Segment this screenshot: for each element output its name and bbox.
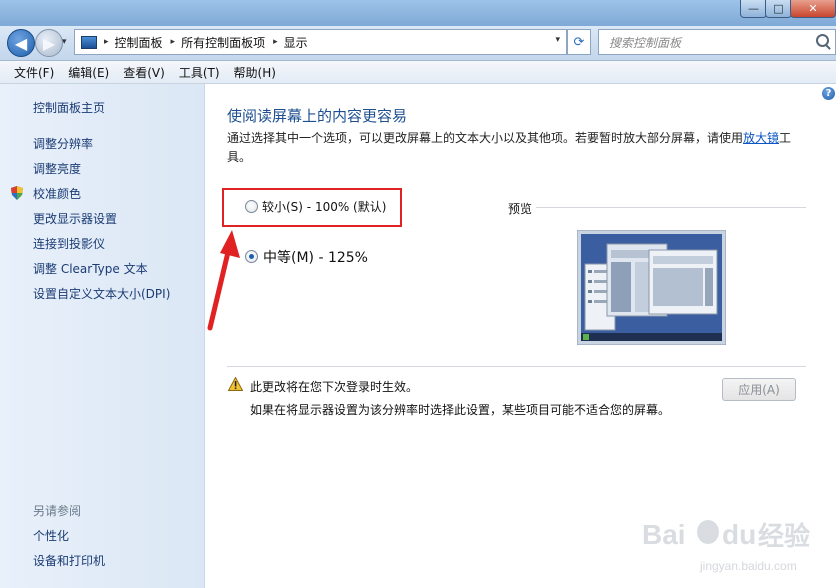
apply-button[interactable]: 应用(A): [722, 378, 796, 401]
address-dropdown[interactable]: ▾: [555, 35, 560, 45]
menu-view[interactable]: 查看(V): [116, 64, 172, 81]
search-icon[interactable]: [816, 34, 829, 47]
sidebar: 控制面板主页 调整分辨率 调整亮度 校准颜色 更改显示器设置 连接到投影仪 调整…: [0, 84, 205, 588]
svg-text:du: du: [722, 519, 756, 550]
uac-shield-icon: [11, 186, 23, 200]
minimize-button[interactable]: —: [740, 0, 767, 18]
sidebar-item-resolution[interactable]: 调整分辨率: [33, 135, 93, 152]
menu-bar: 文件(F) 编辑(E) 查看(V) 工具(T) 帮助(H): [0, 61, 836, 84]
radio-smaller-label[interactable]: 较小(S) - 100% (默认): [262, 198, 386, 215]
page-title: 使阅读屏幕上的内容更容易: [227, 107, 408, 125]
sidebar-item-projector[interactable]: 连接到投影仪: [33, 235, 105, 252]
radio-medium[interactable]: [245, 250, 258, 263]
baidu-jingyan-watermark: Bai du 经验 jingyan.baidu.com: [642, 519, 810, 573]
menu-help[interactable]: 帮助(H): [227, 64, 283, 81]
title-bar: — □ ✕: [0, 0, 836, 26]
svg-text:Bai: Bai: [642, 519, 686, 550]
maximize-button[interactable]: □: [765, 0, 792, 18]
svg-text:jingyan.baidu.com: jingyan.baidu.com: [699, 559, 797, 573]
preview-divider: [536, 207, 806, 208]
page-description: 通过选择其中一个选项，可以更改屏幕上的文本大小以及其他项。若要暂时放大部分屏幕，…: [227, 129, 797, 167]
menu-edit[interactable]: 编辑(E): [61, 64, 116, 81]
search-input[interactable]: 搜索控制面板: [598, 29, 836, 55]
see-also-devices-printers[interactable]: 设备和打印机: [33, 552, 105, 569]
close-button[interactable]: ✕: [790, 0, 836, 18]
description-text: 通过选择其中一个选项，可以更改屏幕上的文本大小以及其他项。若要暂时放大部分屏幕，…: [227, 131, 744, 145]
section-divider: [227, 366, 806, 367]
preview-image: [577, 230, 726, 345]
preview-label: 预览: [508, 202, 533, 216]
arrow-left-icon: ◀: [14, 33, 28, 53]
refresh-icon: ⟳: [573, 34, 585, 50]
see-also-heading: 另请参阅: [33, 504, 82, 518]
radio-medium-label[interactable]: 中等(M) - 125%: [263, 247, 368, 267]
breadcrumb-separator[interactable]: ▸: [273, 37, 278, 47]
breadcrumb-separator[interactable]: ▸: [104, 37, 109, 47]
breadcrumb-display[interactable]: 显示: [284, 34, 308, 51]
help-icon[interactable]: ?: [822, 87, 835, 100]
svg-text:经验: 经验: [758, 521, 810, 552]
sidebar-home-link[interactable]: 控制面板主页: [33, 99, 105, 116]
see-also-personalization[interactable]: 个性化: [33, 527, 69, 544]
sidebar-item-custom-dpi[interactable]: 设置自定义文本大小(DPI): [33, 285, 170, 302]
search-placeholder: 搜索控制面板: [609, 35, 682, 50]
menu-file[interactable]: 文件(F): [7, 64, 61, 81]
control-panel-icon: [81, 35, 97, 49]
arrow-right-icon: ▶: [42, 33, 56, 53]
magnifier-link[interactable]: 放大镜: [743, 131, 779, 145]
menu-tools[interactable]: 工具(T): [172, 64, 227, 81]
sidebar-item-brightness[interactable]: 调整亮度: [33, 160, 81, 177]
recent-pages-dropdown[interactable]: ▾: [62, 37, 67, 47]
sidebar-item-calibrate-color[interactable]: 校准颜色: [33, 185, 81, 202]
sidebar-item-cleartype[interactable]: 调整 ClearType 文本: [33, 260, 148, 277]
forward-button[interactable]: ▶: [35, 29, 63, 57]
back-button[interactable]: ◀: [7, 29, 35, 57]
refresh-button[interactable]: ⟳: [567, 29, 591, 55]
warning-message: 此更改将在您下次登录时生效。: [250, 380, 419, 394]
navigation-bar: ◀ ▶ ▾ ▸ 控制面板 ▸ 所有控制面板项 ▸ 显示 ▾ ⟳ 搜索控制面板: [0, 26, 836, 61]
red-arrow-annotation: [207, 230, 240, 331]
address-bar[interactable]: ▸ 控制面板 ▸ 所有控制面板项 ▸ 显示 ▾: [74, 29, 567, 55]
sidebar-item-display-settings[interactable]: 更改显示器设置: [33, 210, 117, 227]
radio-smaller[interactable]: [245, 200, 258, 213]
warning-icon: [228, 377, 243, 391]
breadcrumb-separator[interactable]: ▸: [171, 37, 176, 47]
warning-detail: 如果在将显示器设置为该分辨率时选择此设置，某些项目可能不适合您的屏幕。: [250, 403, 671, 417]
breadcrumb-control-panel[interactable]: 控制面板: [115, 34, 163, 51]
breadcrumb-all-items[interactable]: 所有控制面板项: [181, 34, 265, 51]
